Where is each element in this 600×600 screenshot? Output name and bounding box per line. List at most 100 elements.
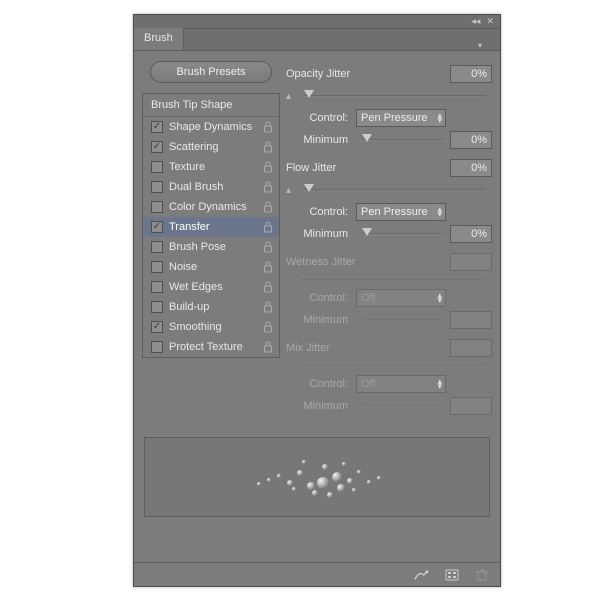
flow-minimum-label: Minimum [296,228,348,240]
mix-jitter-value [450,339,492,357]
option-row-shape-dynamics[interactable]: Shape Dynamics [143,117,279,137]
option-row-color-dynamics[interactable]: Color Dynamics [143,197,279,217]
option-row-texture[interactable]: Texture [143,157,279,177]
mix-jitter-label: Mix Jitter [286,342,450,354]
option-checkbox[interactable] [151,241,163,253]
lock-icon[interactable] [263,221,273,233]
option-label: Texture [169,161,263,173]
opacity-jitter-slider[interactable] [304,89,486,103]
panel-menu-icon[interactable] [476,38,494,50]
lock-icon[interactable] [263,141,273,153]
option-checkbox[interactable] [151,321,163,333]
mix-minimum-label: Minimum [296,400,348,412]
opacity-minimum-value[interactable]: 0% [450,131,492,149]
option-row-scattering[interactable]: Scattering [143,137,279,157]
flow-control-dropdown[interactable]: Pen Pressure ▴▾ [356,203,446,221]
opacity-control-dropdown[interactable]: Pen Pressure ▴▾ [356,109,446,127]
mix-minimum-value [450,397,492,415]
opacity-minimum-label: Minimum [296,134,348,146]
flow-minimum-slider[interactable] [362,227,444,241]
opacity-jitter-label: Opacity Jitter [286,68,450,80]
panel-topbar: ◂◂ ✕ [134,15,500,29]
flow-jitter-value[interactable]: 0% [450,159,492,177]
lock-icon[interactable] [263,121,273,133]
opacity-jitter-value[interactable]: 0% [450,65,492,83]
wetness-minimum-slider [362,313,444,327]
option-row-transfer[interactable]: Transfer [143,217,279,237]
panel-footer [134,562,500,586]
disclosure-triangle-icon[interactable]: ▴ [286,185,296,196]
flow-minimum-value[interactable]: 0% [450,225,492,243]
brush-tip-shape-header[interactable]: Brush Tip Shape [143,94,279,117]
option-checkbox[interactable] [151,161,163,173]
wetness-minimum-value [450,311,492,329]
option-label: Smoothing [169,321,263,333]
option-checkbox[interactable] [151,301,163,313]
flow-jitter-slider[interactable] [304,183,486,197]
tab-brush[interactable]: Brush [134,28,184,50]
mix-minimum-slider [362,399,444,413]
opacity-minimum-slider[interactable] [362,133,444,147]
option-label: Shape Dynamics [169,121,263,133]
wetness-jitter-label: Wetness Jitter [286,256,450,268]
option-row-smoothing[interactable]: Smoothing [143,317,279,337]
brush-preview [144,437,490,517]
option-row-dual-brush[interactable]: Dual Brush [143,177,279,197]
option-row-wet-edges[interactable]: Wet Edges [143,277,279,297]
disclosure-triangle-icon[interactable]: ▴ [286,91,296,102]
lock-icon[interactable] [263,201,273,213]
brush-presets-button[interactable]: Brush Presets [150,61,272,83]
delete-brush-icon[interactable] [474,568,490,582]
option-label: Transfer [169,221,263,233]
option-row-noise[interactable]: Noise [143,257,279,277]
option-checkbox[interactable] [151,341,163,353]
panel-body: Brush Presets Brush Tip Shape Shape Dyna… [134,51,500,431]
mix-jitter-slider [302,359,486,373]
option-label: Build-up [169,301,263,313]
close-icon[interactable]: ✕ [486,17,494,26]
option-checkbox[interactable] [151,181,163,193]
lock-icon[interactable] [263,301,273,313]
option-row-build-up[interactable]: Build-up [143,297,279,317]
option-row-protect-texture[interactable]: Protect Texture [143,337,279,357]
wetness-jitter-value [450,253,492,271]
wetness-control-dropdown: Off ▴▾ [356,289,446,307]
option-label: Brush Pose [169,241,263,253]
mix-control-dropdown: Off ▴▾ [356,375,446,393]
lock-icon[interactable] [263,341,273,353]
chevron-updown-icon: ▴▾ [437,207,441,217]
wetness-jitter-slider [302,273,486,287]
lock-icon[interactable] [263,321,273,333]
option-label: Protect Texture [169,341,263,353]
lock-icon[interactable] [263,281,273,293]
flow-control-label: Control: [296,206,348,218]
option-checkbox[interactable] [151,201,163,213]
option-label: Dual Brush [169,181,263,193]
toggle-brush-panel-icon[interactable] [414,568,430,582]
collapse-icon[interactable]: ◂◂ [471,17,480,26]
chevron-updown-icon: ▴▾ [437,379,441,389]
lock-icon[interactable] [263,261,273,273]
option-label: Color Dynamics [169,201,263,213]
lock-icon[interactable] [263,181,273,193]
option-checkbox[interactable] [151,141,163,153]
lock-icon[interactable] [263,241,273,253]
wetness-control-label: Control: [296,292,348,304]
option-checkbox[interactable] [151,121,163,133]
option-label: Wet Edges [169,281,263,293]
opacity-control-label: Control: [296,112,348,124]
flow-jitter-label: Flow Jitter [286,162,450,174]
mix-control-label: Control: [296,378,348,390]
option-checkbox[interactable] [151,281,163,293]
left-column: Brush Presets Brush Tip Shape Shape Dyna… [142,61,280,423]
option-label: Noise [169,261,263,273]
new-brush-icon[interactable] [444,568,460,582]
option-checkbox[interactable] [151,261,163,273]
brush-panel: ◂◂ ✕ Brush Brush Presets Brush Tip Shape… [133,14,501,587]
option-checkbox[interactable] [151,221,163,233]
chevron-updown-icon: ▴▾ [437,113,441,123]
wetness-minimum-label: Minimum [296,314,348,326]
option-row-brush-pose[interactable]: Brush Pose [143,237,279,257]
right-column: Opacity Jitter 0% ▴ Control: Pen Pressur… [286,61,492,423]
lock-icon[interactable] [263,161,273,173]
